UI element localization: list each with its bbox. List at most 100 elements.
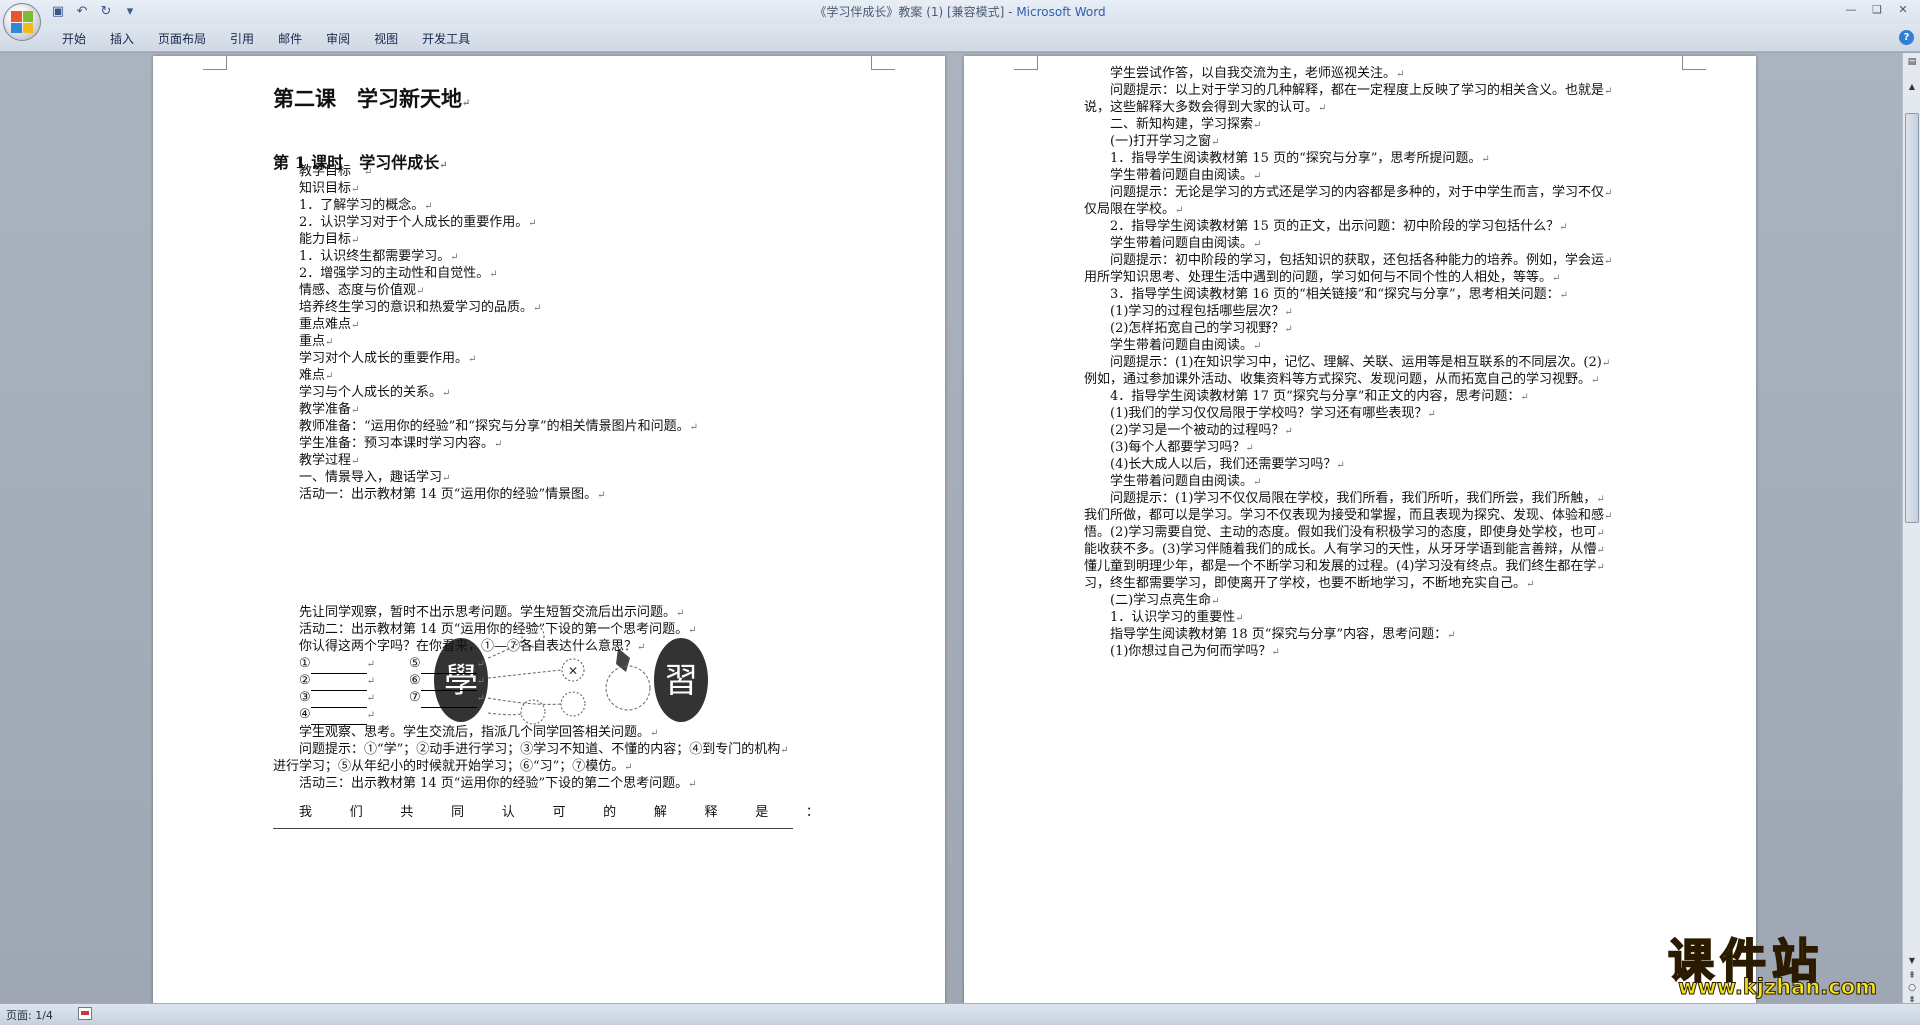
text-line: 仅局限在学校。↵ xyxy=(1084,202,1184,217)
close-icon[interactable]: ✕ xyxy=(1892,2,1914,18)
tab-2[interactable]: 页面布局 xyxy=(146,28,218,50)
text-line: 教学准备↵ xyxy=(299,402,360,417)
page-count-status[interactable]: 页面: 1/4 xyxy=(6,1007,53,1023)
text-line: 说，这些解释大多数会得到大家的认可。↵ xyxy=(1084,100,1327,115)
svg-text:✕: ✕ xyxy=(568,664,578,678)
text-line: 指导学生阅读教材第 18 页“探究与分享”内容，思考问题：↵ xyxy=(1110,627,1456,642)
proofing-status-icon[interactable] xyxy=(78,1007,92,1020)
text-line: 先让同学观察，暂时不出示思考问题。学生短暂交流后出示问题。↵ xyxy=(299,605,685,620)
document-page-1[interactable]: 第二课 学习新天地↵ 第 1 课时 学习伴成长↵ 教学目标 ↵ 知识目标↵ 1．了解… xyxy=(153,56,945,1003)
fill-blank: ⑥ ↵ xyxy=(409,672,485,691)
text-line: 我们所做，都可以是学习。学习不仅表现为接受和掌握，而且表现为探究、发现、体验和感… xyxy=(1084,508,1613,523)
text-line: 活动一：出示教材第 14 页“运用你的经验”情景图。↵ xyxy=(299,487,606,502)
tab-6[interactable]: 视图 xyxy=(362,28,410,50)
text-line: 1．认识终生都需要学习。↵ xyxy=(299,249,459,264)
minimize-icon[interactable]: — xyxy=(1840,2,1862,18)
svg-text:習: 習 xyxy=(664,661,698,701)
prev-page-icon[interactable]: ⇞ xyxy=(1907,971,1917,981)
text-line: (一)打开学习之窗↵ xyxy=(1110,134,1220,149)
window-title: 《学习伴成长》教案 (1) [兼容模式] - Microsoft Word xyxy=(0,0,1920,24)
text-line: 教学目标 ↵ xyxy=(299,164,373,179)
vertical-scrollbar[interactable]: ▤ ▲ ▼ ⇞ ○ ⇟ xyxy=(1902,53,1920,1005)
text-line: 2．指导学生阅读教材第 15 页的正文，出示问题：初中阶段的学习包括什么？↵ xyxy=(1110,219,1568,234)
text-line: 进行学习；⑤从年纪小的时候就开始学习；⑥“习”；⑦模仿。↵ xyxy=(273,759,633,774)
tab-5[interactable]: 审阅 xyxy=(314,28,362,50)
ribbon: 开始 插入 页面布局 引用 邮件 审阅 视图 开发工具 ? xyxy=(0,24,1920,52)
text-line: 学习与个人成长的关系。↵ xyxy=(299,385,451,400)
text-line: 学生带着问题自由阅读。↵ xyxy=(1110,338,1262,353)
document-page-2[interactable]: 学生尝试作答，以自我交流为主，老师巡视关注。↵ 问题提示：以上对于学习的几种解释，… xyxy=(964,56,1756,1003)
ruler-toggle-icon[interactable]: ▤ xyxy=(1907,57,1917,67)
text-line: 问题提示：①“学”；②动手进行学习；③学习不知道、不懂的内容；④到专门的机构↵ xyxy=(299,742,789,757)
text-line: (4)长大成人以后，我们还需要学习吗？↵ xyxy=(1110,457,1345,472)
fill-blank: ① ↵ xyxy=(299,655,375,674)
text-line: 二、新知构建，学习探索↵ xyxy=(1110,117,1262,132)
text-line: 问题提示：初中阶段的学习，包括知识的获取，还包括各种能力的培养。例如，学会运↵ xyxy=(1110,253,1613,268)
text-line: 问题提示：(1)学习不仅仅局限在学校，我们所看，我们所听，我们所尝，我们所触，↵ xyxy=(1110,491,1605,506)
document-workspace: 第二课 学习新天地↵ 第 1 课时 学习伴成长↵ 教学目标 ↵ 知识目标↵ 1．了解… xyxy=(0,53,1902,1003)
bubble-icon xyxy=(560,691,586,717)
text-line: 学生带着问题自由阅读。↵ xyxy=(1110,168,1262,183)
text-line: 问题提示：以上对于学习的几种解释，都在一定程度上反映了学习的相关含义。也就是↵ xyxy=(1110,83,1613,98)
text-line: (2)怎样拓宽自己的学习视野？↵ xyxy=(1110,321,1293,336)
text-line: 习，终生都需要学习，即使离开了学校，也要不断地学习，不断地充实自己。↵ xyxy=(1084,576,1535,591)
text-line: 学生带着问题自由阅读。↵ xyxy=(1110,474,1262,489)
text-line: 你认得这两个字吗？在你看来，①—⑦各自表达什么意思？↵ xyxy=(299,639,646,654)
text-line: 情感、态度与价值观↵ xyxy=(299,283,425,298)
text-line: 活动三：出示教材第 14 页“运用你的经验”下设的第二个思考问题。↵ xyxy=(299,776,697,791)
text-line: 2．认识学习对于个人成长的重要作用。↵ xyxy=(299,215,537,230)
ribbon-tabs: 开始 插入 页面布局 引用 邮件 审阅 视图 开发工具 xyxy=(50,28,482,50)
text-line: 用所学知识思考、处理生活中遇到的问题，学习如何与不同个性的人相处，等等。↵ xyxy=(1084,270,1561,285)
scroll-down-icon[interactable]: ▼ xyxy=(1905,955,1919,967)
page-1-content: 第二课 学习新天地↵ 第 1 课时 学习伴成长↵ 教学目标 ↵ 知识目标↵ 1．了解… xyxy=(153,56,945,1003)
text-line: (1)我们的学习仅仅局限于学校吗？学习还有哪些表现？↵ xyxy=(1110,406,1436,421)
tab-4[interactable]: 邮件 xyxy=(266,28,314,50)
text-line: 懂儿童到明理少年，都是一个不断学习和发展的过程。(4)学习没有终点。我们终生都在… xyxy=(1084,559,1605,574)
text-line: (二)学习点亮生命↵ xyxy=(1110,593,1220,608)
text-line: 教学过程↵ xyxy=(299,453,360,468)
status-bar: 页面: 1/4 xyxy=(0,1003,1920,1025)
office-button[interactable] xyxy=(3,3,41,41)
text-line: 问题提示：无论是学习的方式还是学习的内容都是多种的，对于中学生而言，学习不仅↵ xyxy=(1110,185,1613,200)
text-line: 1．了解学习的概念。↵ xyxy=(299,198,433,213)
text-line: 4．指导学生阅读教材第 17 页“探究与分享”和正文的内容，思考问题：↵ xyxy=(1110,389,1529,404)
answer-line xyxy=(273,828,793,829)
help-icon[interactable]: ? xyxy=(1899,30,1914,45)
page-2-content: 学生尝试作答，以自我交流为主，老师巡视关注。↵ 问题提示：以上对于学习的几种解释，… xyxy=(964,56,1756,1003)
watermark-logo: 课件站 www.kjzhan.com xyxy=(1667,925,1904,1005)
text-line: 问题提示：(1)在知识学习中，记忆、理解、关联、运用等是相互联系的不同层次。(2… xyxy=(1110,355,1611,370)
title-bar: ▣ ↶ ↻ ▾ 《学习伴成长》教案 (1) [兼容模式] - Microsoft… xyxy=(0,0,1920,24)
text-line: 教师准备：“运用你的经验”和“探究与分享”的相关情景图片和问题。↵ xyxy=(299,419,698,434)
text-line: 一、情景导入，趣话学习↵ xyxy=(299,470,451,485)
text-line: 学生准备：预习本课时学习内容。↵ xyxy=(299,436,503,451)
restore-icon[interactable]: ❑ xyxy=(1866,2,1888,18)
text-line: 知识目标↵ xyxy=(299,181,360,196)
text-line: 1．认识学习的重要性↵ xyxy=(1110,610,1244,625)
text-line: 例如，通过参加课外活动、收集资料等方式探究、发现问题，从而拓宽自己的学习视野。↵ xyxy=(1084,372,1600,387)
tab-1[interactable]: 插入 xyxy=(98,28,146,50)
app-name: Microsoft Word xyxy=(1016,5,1106,19)
spread-text-line: 我们共同认可的解释是： xyxy=(299,805,819,820)
text-line: 3．指导学生阅读教材第 16 页的“相关链接”和“探究与分享”，思考相关问题：↵ xyxy=(1110,287,1569,302)
text-line: 活动二：出示教材第 14 页“运用你的经验”下设的第一个思考问题。↵ xyxy=(299,622,697,637)
text-line: 重点难点↵ xyxy=(299,317,360,332)
fill-blank: ④ ↵ xyxy=(299,706,375,725)
window-controls: — ❑ ✕ xyxy=(1840,2,1914,18)
text-line: 能收获不多。(3)学习伴随着我们的成长。人有学习的天性，从牙牙学语到能言善辩，从… xyxy=(1084,542,1605,557)
tab-3[interactable]: 引用 xyxy=(218,28,266,50)
text-line: 学习对个人成长的重要作用。↵ xyxy=(299,351,477,366)
scroll-up-icon[interactable]: ▲ xyxy=(1905,81,1919,93)
tab-0[interactable]: 开始 xyxy=(50,28,98,50)
text-line: 学生尝试作答，以自我交流为主，老师巡视关注。↵ xyxy=(1110,66,1405,81)
tab-7[interactable]: 开发工具 xyxy=(410,28,482,50)
fill-blank: ② ↵ xyxy=(299,672,375,691)
text-line: 1．指导学生阅读教材第 15 页的“探究与分享”，思考所提问题。↵ xyxy=(1110,151,1490,166)
office-logo-icon xyxy=(11,11,33,33)
browse-object-icon[interactable]: ○ xyxy=(1907,983,1917,993)
text-line: 难点↵ xyxy=(299,368,334,383)
fill-blank: ⑤ ↵ xyxy=(409,655,485,674)
text-line: 2．增强学习的主动性和自觉性。↵ xyxy=(299,266,498,281)
text-line: (1)学习的过程包括哪些层次？↵ xyxy=(1110,304,1293,319)
lesson-title: 第二课 学习新天地↵ xyxy=(273,86,471,111)
scroll-thumb[interactable] xyxy=(1905,113,1919,523)
